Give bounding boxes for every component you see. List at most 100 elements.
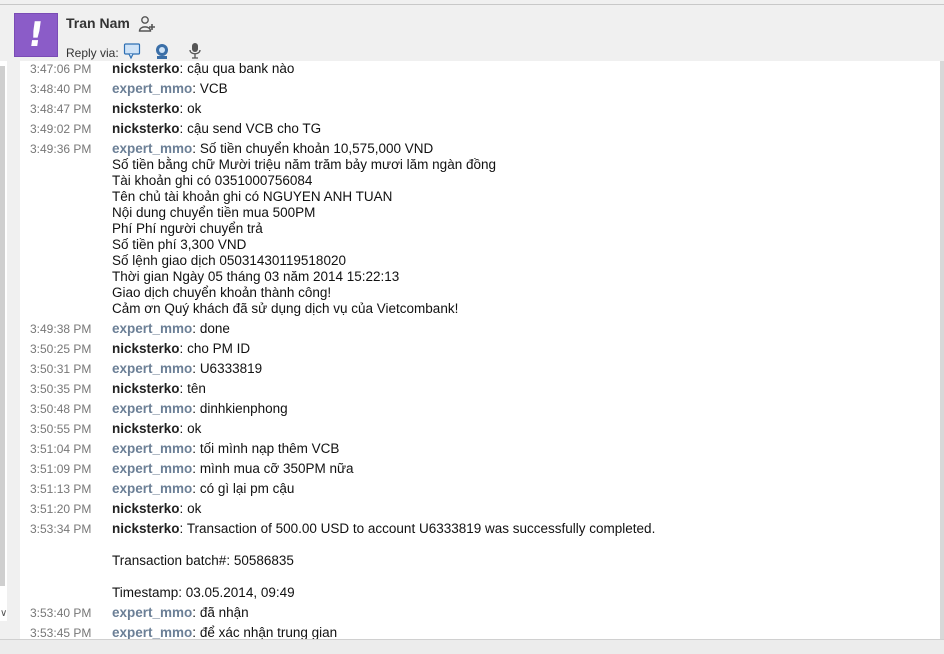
message-text: cậu qua bank nào bbox=[187, 61, 295, 76]
message-text: VCB bbox=[199, 81, 228, 96]
message-body: nicksterko: ok bbox=[112, 101, 201, 117]
message-sender[interactable]: expert_mmo bbox=[112, 625, 192, 639]
right-scrollbar-track[interactable] bbox=[940, 61, 944, 639]
message-text: có gì lại pm cậu bbox=[199, 481, 295, 496]
message-text: U6333819 bbox=[199, 361, 263, 376]
message-time: 3:49:02 PM bbox=[30, 122, 92, 136]
message-text: để xác nhận trung gian bbox=[199, 625, 338, 639]
sender-separator: : bbox=[179, 121, 188, 136]
message-body: expert_mmo: U6333819 bbox=[112, 361, 262, 377]
message-text: ok bbox=[187, 501, 202, 516]
message-body: expert_mmo: có gì lại pm cậu bbox=[112, 481, 294, 497]
message-text: done bbox=[199, 321, 230, 336]
message-sender[interactable]: nicksterko bbox=[112, 421, 180, 436]
message-sender[interactable]: expert_mmo bbox=[112, 81, 192, 96]
contact-name[interactable]: Tran Nam bbox=[66, 15, 130, 31]
message-text: dinhkienphong bbox=[199, 401, 288, 416]
scroll-down-arrow-icon[interactable]: ∨ bbox=[0, 608, 7, 619]
reply-via-label: Reply via: bbox=[66, 46, 119, 60]
message-body: nicksterko: cậu send VCB cho TG bbox=[112, 121, 321, 137]
message-text: tối mình nạp thêm VCB bbox=[199, 441, 340, 456]
message-body: expert_mmo: Số tiền chuyển khoản 10,575,… bbox=[112, 141, 496, 317]
message-body: nicksterko: ok bbox=[112, 421, 201, 437]
message-time: 3:48:40 PM bbox=[30, 82, 92, 96]
sender-separator: : bbox=[192, 605, 200, 620]
message-text: Số tiền chuyển khoản 10,575,000 VND Số t… bbox=[112, 141, 496, 316]
message-time: 3:51:20 PM bbox=[30, 502, 92, 516]
sender-separator: : bbox=[192, 141, 200, 156]
message-text: tên bbox=[187, 381, 206, 396]
sender-separator: : bbox=[192, 461, 200, 476]
sender-separator: : bbox=[192, 321, 200, 336]
sender-separator: : bbox=[192, 441, 200, 456]
message-text: Transaction of 500.00 USD to account U63… bbox=[112, 521, 656, 600]
message-body: expert_mmo: tối mình nạp thêm VCB bbox=[112, 441, 339, 457]
message-time: 3:47:06 PM bbox=[30, 62, 92, 76]
bottom-bar bbox=[0, 639, 944, 654]
message-time: 3:50:25 PM bbox=[30, 342, 92, 356]
video-call-icon[interactable] bbox=[153, 42, 171, 60]
message-text: ok bbox=[187, 101, 202, 116]
message-text: cho PM ID bbox=[187, 341, 251, 356]
message-time: 3:49:38 PM bbox=[30, 322, 92, 336]
message-body: nicksterko: ok bbox=[112, 501, 201, 517]
message-time: 3:53:40 PM bbox=[30, 606, 92, 620]
message-body: nicksterko: tên bbox=[112, 381, 206, 397]
message-sender[interactable]: expert_mmo bbox=[112, 141, 192, 156]
message-sender[interactable]: expert_mmo bbox=[112, 605, 192, 620]
message-sender[interactable]: expert_mmo bbox=[112, 441, 192, 456]
chat-history[interactable]: 3:47:06 PM nicksterko: cậu qua bank nào 3:… bbox=[20, 61, 944, 639]
message-time: 3:50:48 PM bbox=[30, 402, 92, 416]
message-body: expert_mmo: đã nhận bbox=[112, 605, 249, 621]
message-text: đã nhận bbox=[199, 605, 249, 620]
message-sender[interactable]: expert_mmo bbox=[112, 361, 192, 376]
message-body: nicksterko: Transaction of 500.00 USD to… bbox=[112, 521, 655, 601]
message-time: 3:51:13 PM bbox=[30, 482, 92, 496]
message-time: 3:50:55 PM bbox=[30, 422, 92, 436]
sender-separator: : bbox=[192, 361, 200, 376]
message-text: ok bbox=[187, 421, 202, 436]
message-time: 3:51:09 PM bbox=[30, 462, 92, 476]
sender-separator: : bbox=[179, 501, 188, 516]
message-time: 3:48:47 PM bbox=[30, 102, 92, 116]
sender-separator: : bbox=[179, 61, 188, 76]
message-sender[interactable]: nicksterko bbox=[112, 101, 180, 116]
sender-separator: : bbox=[179, 101, 188, 116]
message-time: 3:49:36 PM bbox=[30, 142, 92, 156]
left-scrollbar[interactable] bbox=[0, 66, 5, 586]
sender-separator: : bbox=[179, 381, 188, 396]
message-sender[interactable]: nicksterko bbox=[112, 121, 180, 136]
message-text: mình mua cỡ 350PM nữa bbox=[199, 461, 354, 476]
message-body: expert_mmo: dinhkienphong bbox=[112, 401, 288, 417]
microphone-icon[interactable] bbox=[186, 42, 204, 60]
sender-separator: : bbox=[192, 401, 200, 416]
message-sender[interactable]: nicksterko bbox=[112, 61, 180, 76]
add-contact-icon[interactable] bbox=[138, 15, 156, 33]
message-body: nicksterko: cậu qua bank nào bbox=[112, 61, 294, 77]
message-text: cậu send VCB cho TG bbox=[187, 121, 322, 136]
message-time: 3:50:35 PM bbox=[30, 382, 92, 396]
message-time: 3:50:31 PM bbox=[30, 362, 92, 376]
message-body: expert_mmo: để xác nhận trung gian bbox=[112, 625, 337, 639]
message-sender[interactable]: expert_mmo bbox=[112, 321, 192, 336]
sender-separator: : bbox=[192, 625, 200, 639]
chat-bubble-icon[interactable] bbox=[123, 42, 141, 60]
message-sender[interactable]: nicksterko bbox=[112, 381, 180, 396]
sender-separator: : bbox=[179, 521, 187, 536]
chat-header: ! Tran Nam Reply via: bbox=[0, 5, 944, 61]
message-sender[interactable]: expert_mmo bbox=[112, 401, 192, 416]
message-sender[interactable]: expert_mmo bbox=[112, 461, 192, 476]
sender-separator: : bbox=[179, 341, 188, 356]
sender-separator: : bbox=[179, 421, 188, 436]
message-sender[interactable]: nicksterko bbox=[112, 501, 180, 516]
message-time: 3:53:45 PM bbox=[30, 626, 92, 639]
message-sender[interactable]: expert_mmo bbox=[112, 481, 192, 496]
avatar[interactable]: ! bbox=[14, 13, 58, 57]
message-time: 3:53:34 PM bbox=[30, 522, 92, 536]
message-body: expert_mmo: mình mua cỡ 350PM nữa bbox=[112, 461, 354, 477]
message-sender[interactable]: nicksterko bbox=[112, 521, 180, 536]
message-sender[interactable]: nicksterko bbox=[112, 341, 180, 356]
sender-separator: : bbox=[192, 81, 200, 96]
message-body: expert_mmo: VCB bbox=[112, 81, 228, 97]
message-body: expert_mmo: done bbox=[112, 321, 230, 337]
